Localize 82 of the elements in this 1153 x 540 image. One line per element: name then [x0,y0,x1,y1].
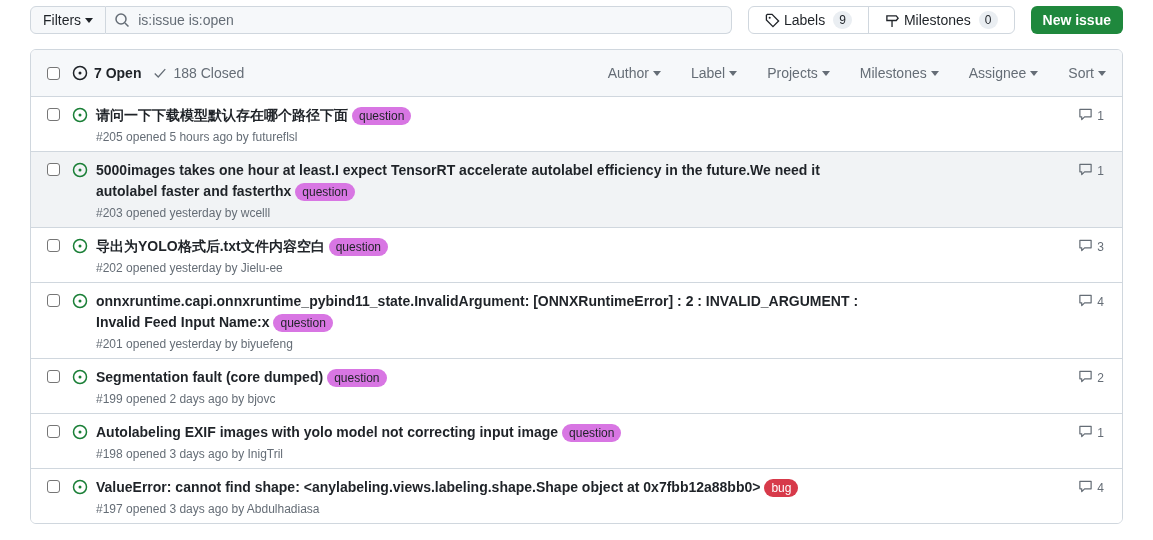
issue-meta: #202 opened yesterday by Jielu-ee [96,260,284,277]
checkbox[interactable] [47,239,60,252]
filter-dropdown[interactable]: Author [607,62,661,84]
checkbox[interactable] [47,163,60,176]
issue-meta: #203 opened yesterday by wcelll [96,205,272,222]
issue-meta: #205 opened 5 hours ago by futureflsl [96,129,299,146]
issue-label[interactable]: question [562,423,622,442]
comment-count[interactable]: 3 [1078,236,1104,277]
open-issue-icon [72,424,88,440]
issue-title[interactable]: onnxruntime.capi.onnxruntime_pybind11_state.InvalidArgument: [ONNXRuntimeError] : 2 : INVALID_ARGUMENT : [96,291,859,312]
count-badge: 9 [833,11,852,29]
open-issue-icon [72,162,88,178]
open-issue-icon [72,293,88,309]
new-issue-button[interactable]: New issue [1030,6,1123,34]
checkbox[interactable] [47,480,60,493]
issue-label[interactable]: question [328,237,389,256]
filter-dropdown[interactable]: Sort [1068,62,1106,84]
comment-icon [1078,238,1094,253]
search-value: is:issue is:open [138,10,234,30]
issue-label[interactable]: bug [764,478,799,497]
issue-meta: #201 opened yesterday by biyuefeng [96,336,294,353]
issue-meta: #199 opened 2 days ago by bjovc [96,391,277,408]
filter-dropdown[interactable]: Projects [767,62,830,84]
issue-row[interactable]: 5000images takes one hour at least.I expect TensorRT accelerate autolabel efficiency in the future.We need it autolabel faster and fasterthx question #203 opened yesterday by wcelll 1 [31,151,1122,227]
issue-label[interactable]: question [295,182,355,201]
issue-label[interactable]: question [273,313,333,332]
open-tab[interactable]: 7 Open [72,62,142,84]
checkbox[interactable] [47,425,60,438]
check-icon [153,66,168,80]
comment-count[interactable]: 4 [1078,291,1104,353]
open-issue-icon [72,65,88,81]
caret-icon [85,17,94,23]
issue-title[interactable]: ValueError: cannot find shape: <anylabeling.views.labeling.shape.Shape object at 0x7fbb12a88bb0> [96,477,761,498]
milestones-button[interactable]: Milestones 0 [868,7,1014,33]
caret-icon [1030,70,1039,76]
open-issue-icon [72,107,88,123]
caret-icon [652,70,661,76]
closed-tab[interactable]: 188 Closed [153,62,245,84]
issue-row[interactable]: ValueError: cannot find shape: <anylabeling.views.labeling.shape.Shape object at 0x7fbb12a88bb0> bug #197 opened 3 days ago by Abdulhadiasa 4 [31,468,1122,523]
open-issue-icon [72,238,88,254]
comment-count[interactable]: 2 [1078,367,1104,408]
issue-title[interactable]: Invalid Feed Input Name:x [96,312,270,333]
issue-title[interactable]: 导出为YOLO格式后.txt文件内容空白 [96,236,325,257]
labels-button[interactable]: Labels 9 [748,7,869,33]
comment-icon [1078,162,1094,177]
issue-title[interactable]: 请问一下下载模型默认存在哪个路径下面 [96,105,348,126]
issue-title[interactable]: autolabel faster and fasterthx [96,181,292,202]
filter-dropdown[interactable]: Milestones [859,62,939,84]
checkbox[interactable] [47,294,60,307]
caret-icon [930,70,939,76]
search-field[interactable]: is:issue is:open [106,6,732,34]
milestone-icon [884,12,900,28]
issue-label[interactable]: question [327,368,387,387]
count-badge: 0 [978,11,998,29]
issue-title[interactable]: Autolabeling EXIF images with yolo model not correcting input image [96,422,559,443]
tag-icon [764,12,780,28]
comment-count[interactable]: 4 [1078,477,1104,518]
comment-count[interactable]: 1 [1078,422,1104,463]
filter-dropdown[interactable]: Label [690,62,738,84]
issue-label[interactable]: question [352,106,412,125]
issue-meta: #198 opened 3 days ago by InigTril [96,446,285,463]
filter-dropdown[interactable]: Assignee [968,62,1039,84]
caret-icon [1098,70,1106,76]
issue-title[interactable]: Segmentation fault (core dumped) [96,367,324,388]
open-issue-icon [72,369,88,385]
filters-button[interactable]: Filters [30,6,107,34]
checkbox[interactable] [47,108,60,121]
checkbox[interactable] [47,66,60,80]
search-icon [114,12,131,28]
issue-title[interactable]: 5000images takes one hour at least.I expect TensorRT accelerate autolabel efficiency in the future.We need it [96,160,820,181]
open-issue-icon [72,479,88,495]
caret-icon [729,70,738,76]
comment-icon [1078,369,1094,384]
checkbox[interactable] [47,370,60,383]
comment-count[interactable]: 1 [1078,105,1104,146]
comment-icon [1078,293,1094,308]
issue-meta: #197 opened 3 days ago by Abdulhadiasa [96,501,321,518]
comment-count[interactable]: 1 [1078,160,1104,222]
comment-icon [1078,479,1094,494]
comment-icon [1078,107,1094,122]
caret-icon [821,70,830,76]
comment-icon [1078,424,1094,439]
